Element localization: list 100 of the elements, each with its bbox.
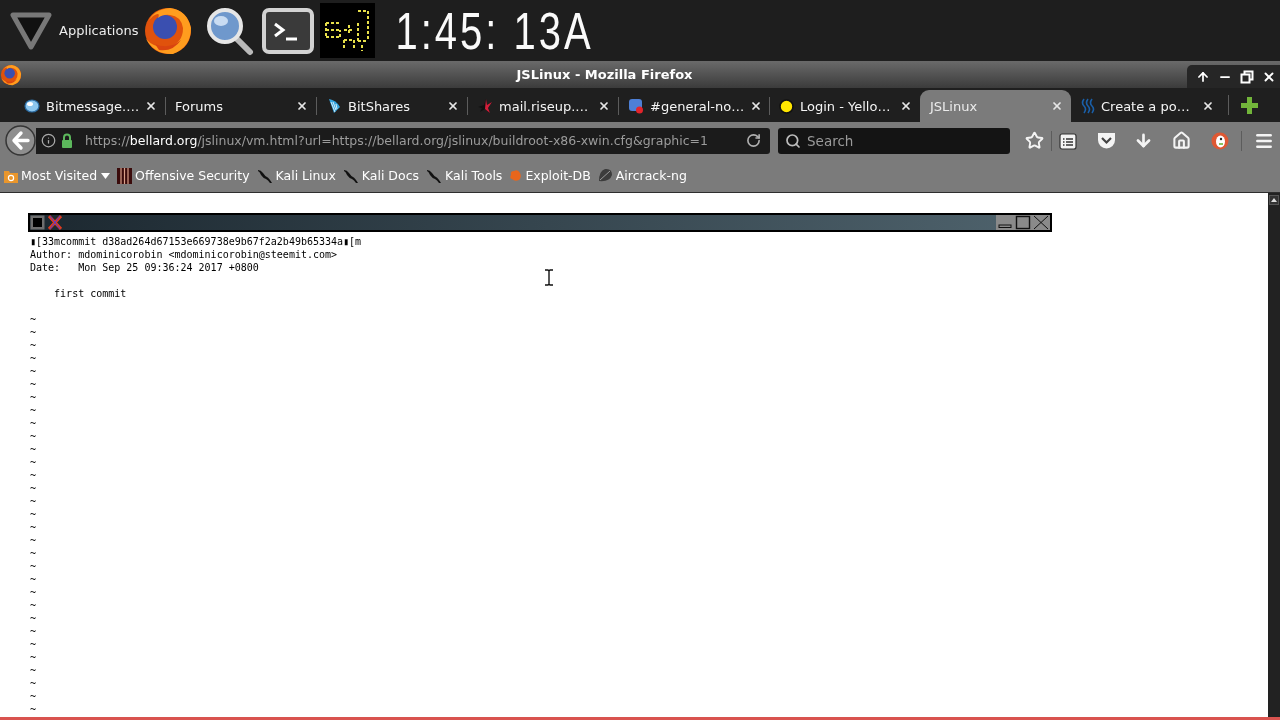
home-icon[interactable] <box>1172 131 1191 150</box>
x-logo-icon <box>48 215 62 230</box>
tilde-marker: ~ <box>30 586 38 599</box>
pocket-icon[interactable] <box>1097 132 1116 149</box>
triangle-icon <box>10 11 52 50</box>
stripes-icon <box>117 167 133 184</box>
tab[interactable]: Forums <box>165 90 316 122</box>
arrow-up-icon[interactable] <box>1196 69 1210 84</box>
tab[interactable]: mail.riseup.… <box>467 90 618 122</box>
tilde-marker: ~ <box>30 599 38 612</box>
bookmark-link[interactable]: Kali Tools <box>426 167 503 184</box>
restore-icon[interactable] <box>1240 69 1254 84</box>
star-icon[interactable] <box>1025 131 1044 150</box>
plus-icon[interactable] <box>1241 96 1258 114</box>
star-icon <box>477 98 493 114</box>
clock: 1:45: 13A <box>395 4 594 57</box>
download-icon[interactable] <box>1134 131 1153 150</box>
text-cursor-icon <box>544 269 554 286</box>
tilde-marker: ~ <box>30 521 38 534</box>
browser-icon <box>0 63 22 86</box>
tilde-marker: ~ <box>30 313 38 326</box>
terminal-line: ▮[33mcommit d38ad264d67153e669738e9b67f2a2b49b65334a▮[m <box>30 235 363 248</box>
reload-icon[interactable] <box>746 133 761 148</box>
tab[interactable]: Login - Yello… <box>769 90 920 122</box>
back-icon[interactable] <box>5 125 36 156</box>
tilde-marker: ~ <box>30 664 38 677</box>
tilde-marker: ~ <box>30 651 38 664</box>
tilde-marker: ~ <box>30 404 38 417</box>
commit-message: first commit <box>53 287 128 300</box>
tilde-marker: ~ <box>30 612 38 625</box>
tilde-marker: ~ <box>30 547 38 560</box>
dragon-icon <box>256 167 273 184</box>
tilde-marker: ~ <box>30 391 38 404</box>
address-bar[interactable]: https://bellard.org/jslinux/vm.html?url=https://bellard.org/jslinux/buildroot-x86-xwin.cfg&graphic=1 <box>36 127 770 154</box>
square-icon[interactable] <box>30 215 45 230</box>
tilde-marker: ~ <box>30 495 38 508</box>
list-icon[interactable] <box>1059 131 1077 150</box>
lock-icon <box>61 133 73 148</box>
bookmark-link[interactable]: Kali Linux <box>256 167 336 184</box>
tilde-marker: ~ <box>30 417 38 430</box>
tilde-marker: ~ <box>30 456 38 469</box>
window-title: JSLinux - Mozilla Firefox <box>514 67 694 82</box>
applications-menu[interactable]: Applications <box>10 11 139 50</box>
close-icon[interactable] <box>296 100 308 112</box>
tilde-marker: ~ <box>30 560 38 573</box>
tilde-marker: ~ <box>30 352 38 365</box>
tab[interactable]: JSLinux <box>920 90 1071 122</box>
tilde-marker: ~ <box>30 534 38 547</box>
tilde-marker: ~ <box>30 430 38 443</box>
tilde-marker: ~ <box>30 339 38 352</box>
bookmark-link[interactable]: Offensive Security <box>117 167 250 184</box>
duck-icon[interactable] <box>1211 131 1229 150</box>
bookmark-link[interactable]: Aircrack-ng <box>597 168 687 183</box>
terminal-line: Date: Mon Sep 25 09:36:24 2017 +0800 <box>30 261 260 274</box>
tab[interactable]: Create a po… <box>1071 90 1222 122</box>
close-icon[interactable] <box>598 100 610 112</box>
scrollbar[interactable] <box>1268 193 1280 717</box>
caret-icon <box>101 172 111 179</box>
search-field[interactable]: Search <box>778 127 1010 154</box>
circle-icon <box>779 98 794 114</box>
close-icon[interactable] <box>900 100 912 112</box>
close-icon[interactable] <box>447 100 459 112</box>
browser-icon[interactable] <box>143 5 194 56</box>
tilde-marker: ~ <box>30 703 38 716</box>
tilde-marker: ~ <box>30 482 38 495</box>
close-icon[interactable] <box>1202 100 1214 112</box>
splat-icon <box>509 169 523 182</box>
bookmarks-menu[interactable]: Most Visited <box>4 168 111 183</box>
waves-icon <box>1081 98 1095 114</box>
maximize-icon[interactable] <box>1014 215 1032 230</box>
tilde-marker: ~ <box>30 508 38 521</box>
tilde-marker: ~ <box>30 625 38 638</box>
tilde-marker: ~ <box>30 469 38 482</box>
info-icon[interactable] <box>41 133 56 148</box>
terminal-line: Author: mdominicorobin <mdominicorobin@steemit.com> <box>30 248 339 261</box>
search-icon <box>785 132 801 149</box>
bookmark-link[interactable]: Exploit-DB <box>509 168 591 183</box>
leaf-icon <box>597 168 613 183</box>
segment-display-icon[interactable] <box>320 3 376 58</box>
close-icon[interactable] <box>750 100 763 112</box>
tilde-marker: ~ <box>30 326 38 339</box>
terminal-icon[interactable] <box>262 7 315 54</box>
tilde-marker: ~ <box>30 573 38 586</box>
tab[interactable]: BitShares <box>316 90 467 122</box>
tab[interactable]: Bitmessage.… <box>14 90 165 122</box>
fan-icon <box>326 98 342 114</box>
search-icon[interactable] <box>204 5 255 56</box>
bookmark-link[interactable]: Kali Docs <box>342 167 419 184</box>
close-icon[interactable] <box>145 100 158 112</box>
folder-icon <box>4 168 18 183</box>
chat-icon <box>628 98 644 114</box>
tilde-marker: ~ <box>30 677 38 690</box>
dragon-icon <box>426 167 442 184</box>
tilde-marker: ~ <box>30 378 38 391</box>
tilde-marker: ~ <box>30 638 38 651</box>
tilde-marker: ~ <box>30 365 38 378</box>
scroll-up-icon[interactable] <box>1269 195 1279 205</box>
tab[interactable]: #general-no… <box>618 90 769 122</box>
bubble-icon <box>24 98 40 114</box>
tilde-marker: ~ <box>30 443 38 456</box>
